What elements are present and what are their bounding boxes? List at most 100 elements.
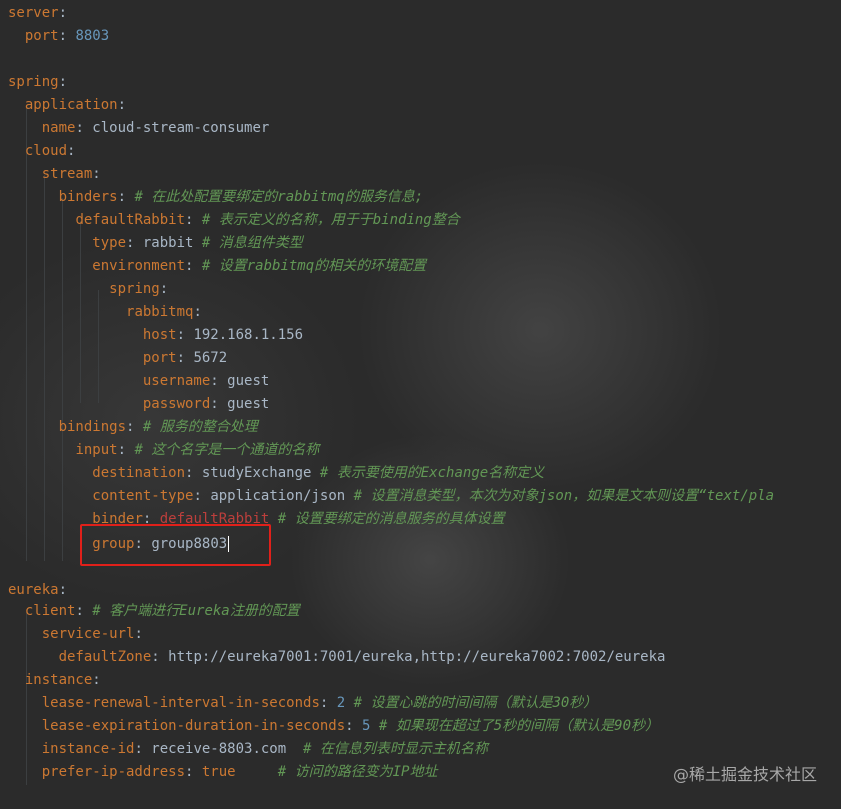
red-highlight-box <box>80 524 271 566</box>
yaml-value: application/json <box>210 488 354 504</box>
yaml-comment: # 这个名字是一个通道的名称 <box>134 442 320 458</box>
code-line: spring: <box>8 71 67 94</box>
code-line: binders: # 在此处配置要绑定的rabbitmq的服务信息; <box>8 186 424 209</box>
yaml-value: 5 <box>362 718 379 734</box>
yaml-key: input <box>75 442 118 458</box>
code-line: stream: <box>8 163 101 186</box>
yaml-value: receive-8803.com <box>151 741 304 757</box>
yaml-colon: : <box>58 582 68 598</box>
yaml-colon: : <box>126 419 143 435</box>
yaml-colon: : <box>185 212 202 228</box>
yaml-value: 8803 <box>75 28 110 44</box>
yaml-comment: # 如果现在超过了5秒的间隔（默认是90秒） <box>378 718 660 734</box>
yaml-key: type <box>92 235 127 251</box>
yaml-colon: : <box>159 281 169 297</box>
yaml-comment: # 设置心跳的时间间隔（默认是30秒） <box>353 695 598 711</box>
yaml-key: defaultZone <box>58 649 152 665</box>
yaml-key: content-type <box>92 488 194 504</box>
code-line: rabbitmq: <box>8 301 202 324</box>
code-line: client: # 客户端进行Eureka注册的配置 <box>8 600 300 623</box>
code-line: service-url: <box>8 623 143 646</box>
yaml-colon: : <box>126 235 143 251</box>
yaml-colon: : <box>92 672 101 688</box>
yaml-key: service-url <box>41 626 135 642</box>
yaml-key: binders <box>58 189 118 205</box>
yaml-colon: : <box>92 166 101 182</box>
code-line: username: guest <box>8 370 269 393</box>
yaml-key: port <box>142 350 177 366</box>
yaml-value: 5672 <box>193 350 228 366</box>
yaml-colon: : <box>58 74 68 90</box>
code-line: defaultRabbit: # 表示定义的名称，用于于binding整合 <box>8 209 460 232</box>
yaml-key: host <box>142 327 177 343</box>
yaml-key: stream <box>41 166 93 182</box>
yaml-value: guest <box>227 396 270 412</box>
yaml-colon: : <box>117 442 135 458</box>
yaml-key: lease-renewal-interval-in-seconds <box>41 695 320 711</box>
yaml-key: destination <box>92 465 186 481</box>
yaml-key: rabbitmq <box>126 304 194 320</box>
yaml-key: instance-id <box>41 741 135 757</box>
code-line: lease-expiration-duration-in-seconds: 5 … <box>8 715 659 738</box>
yaml-value: guest <box>227 373 270 389</box>
yaml-colon: : <box>185 258 202 274</box>
yaml-key: instance <box>24 672 93 688</box>
code-line: eureka: <box>8 579 67 602</box>
yaml-colon: : <box>75 120 93 136</box>
yaml-colon: : <box>185 764 202 780</box>
watermark: @稀土掘金技术社区 <box>672 765 817 784</box>
yaml-comment: # 客户端进行Eureka注册的配置 <box>92 603 300 619</box>
code-line: name: cloud-stream-consumer <box>8 117 270 140</box>
yaml-colon: : <box>319 695 337 711</box>
yaml-colon: : <box>67 143 76 159</box>
yaml-key: name <box>41 120 76 136</box>
yaml-colon: : <box>210 373 228 389</box>
yaml-comment: # 在此处配置要绑定的rabbitmq的服务信息; <box>134 189 424 205</box>
code-line: lease-renewal-interval-in-seconds: 2 # 设… <box>8 692 598 715</box>
code-line: cloud: <box>8 140 76 163</box>
yaml-value: cloud-stream-consumer <box>92 120 270 136</box>
yaml-value: 2 <box>336 695 354 711</box>
code-line: port: 8803 <box>8 25 109 48</box>
code-line: defaultZone: http://eureka7001:7001/eure… <box>8 646 666 669</box>
yaml-comment: # 消息组件类型 <box>201 235 303 251</box>
yaml-colon: : <box>134 626 143 642</box>
yaml-key: environment <box>92 258 186 274</box>
code-line: bindings: # 服务的整合处理 <box>8 416 258 439</box>
yaml-key: eureka <box>8 582 59 598</box>
yaml-value: true <box>201 764 278 780</box>
yaml-colon: : <box>176 327 194 343</box>
yaml-comment: # 设置消息类型，本次为对象json，如果是文本则设置“text/pla <box>353 488 775 504</box>
yaml-colon: : <box>58 28 76 44</box>
yaml-comment: # 表示要使用的Exchange名称定义 <box>319 465 545 481</box>
code-editor[interactable]: server: port: 8803 spring: application: … <box>0 0 841 809</box>
yaml-comment: # 服务的整合处理 <box>142 419 258 435</box>
code-line: prefer-ip-address: true # 访问的路径变为IP地址 <box>8 761 438 784</box>
yaml-key: server <box>8 5 59 21</box>
code-line: destination: studyExchange # 表示要使用的Excha… <box>8 462 544 485</box>
yaml-value: 192.168.1.156 <box>193 327 304 343</box>
code-line: port: 5672 <box>8 347 227 370</box>
yaml-key: port <box>24 28 59 44</box>
yaml-value: http://eureka7001:7001/eureka,http://eur… <box>168 649 666 665</box>
code-line: server: <box>8 2 67 25</box>
yaml-colon: : <box>185 465 202 481</box>
yaml-key: application <box>24 97 118 113</box>
yaml-colon: : <box>117 189 135 205</box>
yaml-key: spring <box>8 74 59 90</box>
yaml-colon: : <box>176 350 194 366</box>
yaml-key: password <box>142 396 211 412</box>
code-line: password: guest <box>8 393 269 416</box>
code-line: environment: # 设置rabbitmq的相关的环境配置 <box>8 255 426 278</box>
yaml-colon: : <box>117 97 127 113</box>
code-line: type: rabbit # 消息组件类型 <box>8 232 303 255</box>
yaml-key: username <box>142 373 211 389</box>
yaml-colon: : <box>193 488 211 504</box>
yaml-comment: # 表示定义的名称，用于于binding整合 <box>201 212 460 228</box>
yaml-key: spring <box>109 281 160 297</box>
code-line: spring: <box>8 278 168 301</box>
yaml-key: defaultRabbit <box>75 212 186 228</box>
yaml-colon: : <box>134 741 152 757</box>
code-line: input: # 这个名字是一个通道的名称 <box>8 439 319 462</box>
yaml-value: rabbit <box>142 235 202 251</box>
